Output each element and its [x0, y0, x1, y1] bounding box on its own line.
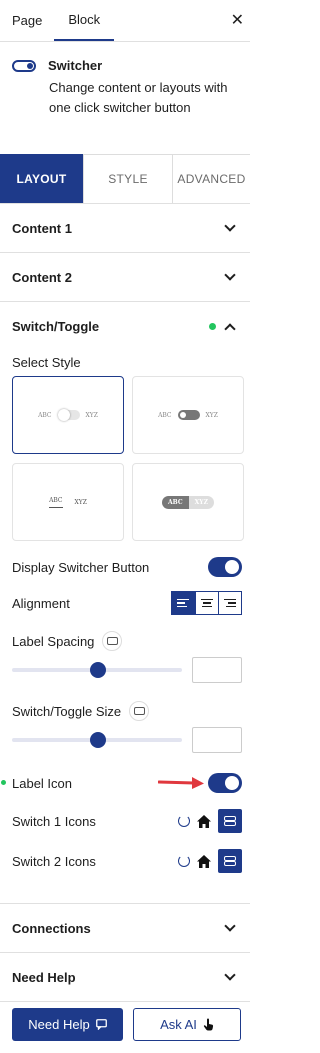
- icon-picker-button[interactable]: [218, 809, 242, 833]
- block-title: Switcher: [48, 58, 103, 73]
- tab-block[interactable]: Block: [54, 0, 115, 41]
- active-indicator-dot: [1, 780, 6, 785]
- chevron-up-icon: [224, 322, 236, 335]
- panel-connections-label: Connections: [12, 920, 91, 936]
- align-right-icon[interactable]: [218, 592, 241, 614]
- active-indicator-dot: [209, 323, 216, 330]
- size-slider-row: [0, 727, 250, 753]
- chevron-down-icon: [224, 920, 236, 932]
- label-icon-toggle[interactable]: [208, 773, 242, 793]
- label-icon-label: Label Icon: [12, 775, 72, 791]
- style-option-4[interactable]: ABC XYZ: [132, 463, 244, 541]
- panel-need-help[interactable]: Need Help: [0, 953, 250, 1002]
- style-label-left: ABC: [162, 495, 189, 509]
- panel-content-2-label: Content 2: [12, 269, 72, 285]
- display-switcher-label: Display Switcher Button: [12, 559, 150, 575]
- sidebar-header: Page Block ✕: [0, 0, 250, 42]
- panel-need-help-label: Need Help: [12, 969, 76, 985]
- switch-size-label: Switch/Toggle Size: [12, 703, 122, 719]
- switch-2-icons-label: Switch 2 Icons: [12, 853, 96, 869]
- tab-layout[interactable]: LAYOUT: [0, 154, 83, 203]
- red-arrow-icon: [158, 777, 204, 789]
- align-left-icon[interactable]: [172, 592, 195, 614]
- style-label-right: XYZ: [188, 495, 214, 509]
- panel-switch-toggle-header[interactable]: Switch/Toggle: [0, 302, 250, 351]
- panel-switch-toggle: Switch/Toggle Select Style ABC XYZ ABC X…: [0, 302, 250, 904]
- responsive-monitor-icon[interactable]: [102, 631, 123, 651]
- label-spacing-label: Label Spacing: [12, 633, 95, 649]
- panel-connections[interactable]: Connections: [0, 904, 250, 953]
- toggle-preview-icon: [177, 410, 200, 420]
- settings-tabs: LAYOUT STYLE ADVANCED: [0, 154, 250, 204]
- home-icon: [197, 814, 211, 828]
- label-spacing-input[interactable]: [192, 657, 242, 683]
- toggle-preview-icon: [57, 409, 80, 421]
- pill-preview: ABC XYZ: [162, 495, 214, 509]
- slider-thumb[interactable]: [90, 732, 106, 748]
- style-label-left: ABC: [49, 497, 63, 508]
- ask-ai-button[interactable]: Ask AI: [133, 1008, 241, 1041]
- footer-actions: Need Help Ask AI: [12, 1008, 242, 1041]
- block-description: Change content or layouts with one click…: [49, 80, 228, 115]
- switch-size-input[interactable]: [192, 727, 242, 753]
- style-option-2[interactable]: ABC XYZ: [132, 376, 244, 454]
- display-switcher-toggle[interactable]: [208, 557, 242, 577]
- style-label-left: ABC: [158, 411, 172, 419]
- panel-switch-toggle-label: Switch/Toggle: [12, 319, 100, 334]
- home-icon: [197, 854, 211, 868]
- tab-advanced[interactable]: ADVANCED: [172, 154, 250, 203]
- ask-ai-button-label: Ask AI: [160, 1017, 197, 1032]
- display-switcher-row: Display Switcher Button: [0, 555, 250, 579]
- switch-1-icons-row: Switch 1 Icons: [0, 808, 250, 834]
- chevron-down-icon: [224, 269, 236, 281]
- alignment-label: Alignment: [12, 595, 70, 611]
- switch-2-icons-row: Switch 2 Icons: [0, 848, 250, 874]
- slider-thumb[interactable]: [90, 662, 106, 678]
- panel-content-2[interactable]: Content 2: [0, 253, 250, 302]
- label-spacing-slider[interactable]: [12, 662, 182, 678]
- switch-size-slider[interactable]: [12, 732, 182, 748]
- block-info: Switcher Change content or layouts with …: [0, 42, 250, 154]
- hand-pointer-icon: [203, 1018, 213, 1031]
- close-icon[interactable]: ✕: [231, 10, 244, 30]
- responsive-monitor-icon[interactable]: [129, 701, 150, 721]
- style-label-right: XYZ: [74, 498, 87, 506]
- style-option-3[interactable]: ABC XYZ: [12, 463, 124, 541]
- align-center-icon[interactable]: [195, 592, 218, 614]
- style-label-right: XYZ: [85, 411, 98, 419]
- label-spacing-header: Label Spacing: [0, 615, 250, 651]
- select-style-label: Select Style: [12, 355, 81, 370]
- panel-content-1[interactable]: Content 1: [0, 204, 250, 253]
- chevron-down-icon: [224, 969, 236, 981]
- alignment-row: Alignment: [0, 591, 250, 615]
- chevron-down-icon: [224, 220, 236, 232]
- icon-picker-button[interactable]: [218, 849, 242, 873]
- switch-1-icons-label: Switch 1 Icons: [12, 813, 96, 829]
- size-header: Switch/Toggle Size: [0, 683, 250, 721]
- label-spacing-slider-row: [0, 657, 250, 683]
- switcher-block-icon: [12, 59, 36, 72]
- reset-icon[interactable]: [178, 855, 190, 867]
- panel-content-1-label: Content 1: [12, 220, 72, 236]
- alignment-control: [171, 591, 242, 615]
- chat-icon: [95, 1019, 107, 1030]
- tab-style[interactable]: STYLE: [83, 154, 172, 203]
- need-help-button-label: Need Help: [28, 1017, 90, 1032]
- style-option-1[interactable]: ABC XYZ: [12, 376, 124, 454]
- style-label-left: ABC: [38, 411, 52, 419]
- style-label-right: XYZ: [205, 411, 218, 419]
- label-icon-row: Label Icon: [0, 771, 250, 795]
- tab-page[interactable]: Page: [0, 0, 54, 41]
- style-grid: ABC XYZ ABC XYZ ABC XYZ ABC XYZ: [0, 376, 250, 541]
- reset-icon[interactable]: [178, 815, 190, 827]
- need-help-button[interactable]: Need Help: [12, 1008, 123, 1041]
